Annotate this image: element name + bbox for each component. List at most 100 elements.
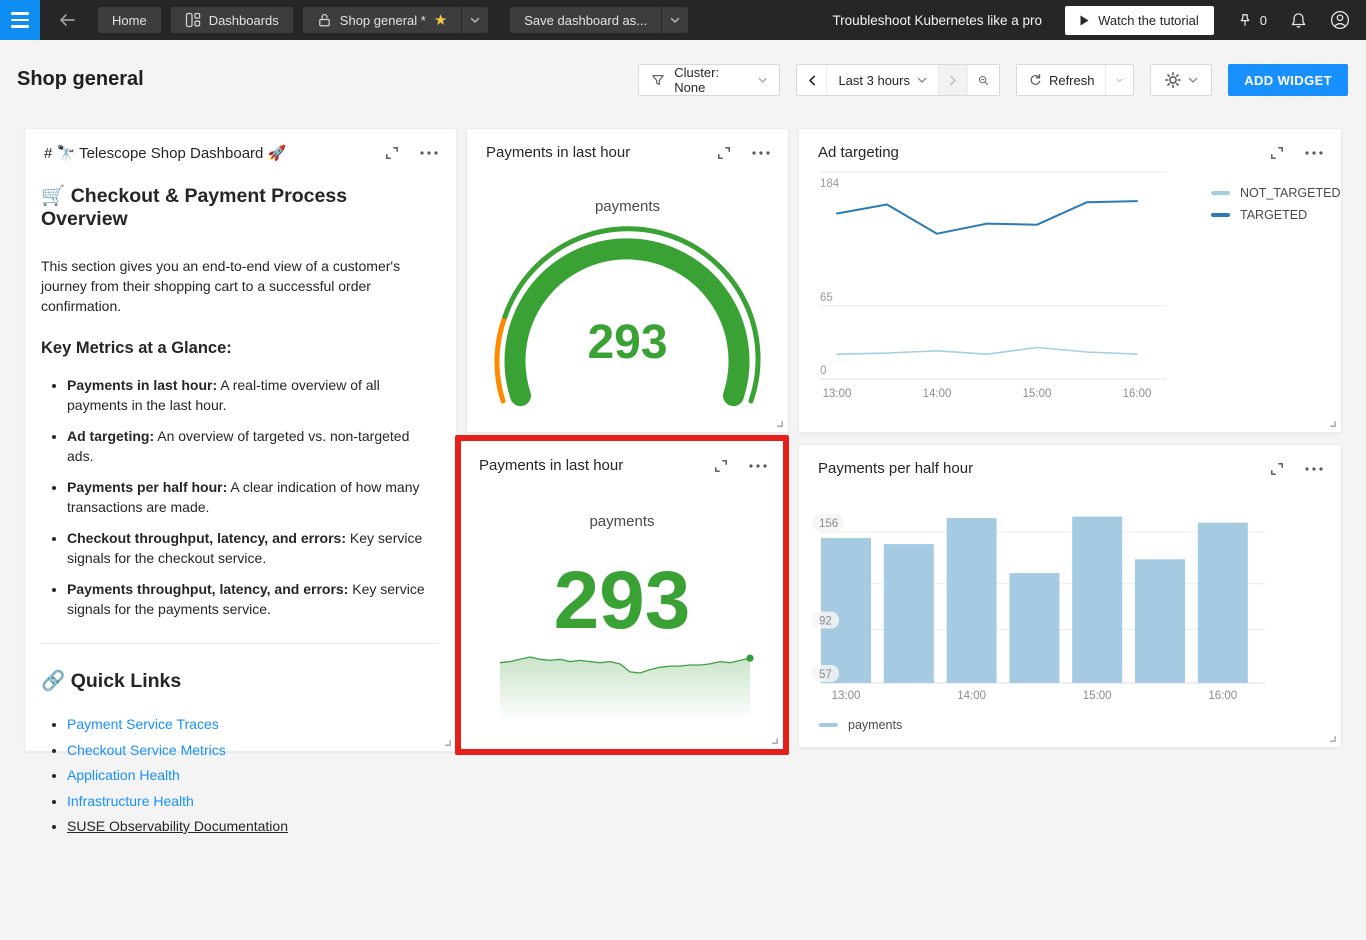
resize-handle[interactable] [769,735,779,745]
widget-menu-icon[interactable] [749,464,767,468]
pin-count: 0 [1260,13,1267,28]
watch-tutorial-button[interactable]: Watch the tutorial [1065,6,1214,35]
watch-tutorial-label: Watch the tutorial [1098,13,1199,28]
quick-link-infrastructure-health[interactable]: Infrastructure Health [67,793,194,809]
quick-links-heading: 🔗 Quick Links [41,669,438,693]
chart-legend: payments [819,718,902,732]
quick-link-documentation[interactable]: SUSE Observability Documentation [67,818,288,834]
resize-handle[interactable] [442,737,452,747]
nav-dashboards-group: Dashboards [171,7,293,33]
quick-link-payment-traces[interactable]: Payment Service Traces [67,716,219,732]
list-item: Payment Service Traces [67,716,438,732]
time-range-group: Last 3 hours [796,64,1000,96]
resize-handle[interactable] [1327,418,1337,428]
save-dashboard-as-button[interactable]: Save dashboard as... [510,7,661,33]
quick-link-application-health[interactable]: Application Health [67,767,180,783]
time-range-selector[interactable]: Last 3 hours [826,65,938,95]
zoom-out-time-button[interactable] [967,65,999,95]
back-button[interactable] [56,9,78,31]
expand-widget-icon[interactable] [714,459,728,473]
expand-widget-icon[interactable] [1270,146,1284,160]
expand-widget-icon[interactable] [1270,462,1284,476]
metric-item: Payments in last hour: A real-time overv… [67,375,438,415]
nav-current-dashboard-group: Shop general * ★ [303,7,488,33]
save-dashboard-group: Save dashboard as... [510,7,688,33]
legend-item[interactable]: NOT_TARGETED [1211,186,1340,200]
notifications-button[interactable] [1290,12,1307,29]
refresh-icon [1028,73,1042,87]
pinned-items-button[interactable]: 0 [1237,12,1267,28]
sparkline-svg [500,651,754,719]
user-menu-button[interactable] [1330,10,1350,30]
legend-item[interactable]: TARGETED [1211,208,1340,222]
widget-title: # 🔭 Telescope Shop Dashboard 🚀 [44,144,385,162]
bar-chart-svg: 156925713:0014:0015:0016:00 [799,475,1343,720]
tab-shop-general[interactable]: Shop general * ★ [303,7,461,33]
widget-menu-icon[interactable] [1305,467,1323,471]
chevron-down-icon [1116,77,1123,84]
time-back-button[interactable] [797,65,826,95]
settings-button[interactable] [1150,64,1212,96]
ad-targeting-widget: Ad targeting 18465013:0014:0015:0016:00 … [798,128,1342,433]
payments-single-value-widget: Payments in last hour payments 293 [461,441,783,749]
svg-text:15:00: 15:00 [1083,690,1112,702]
gauge-chart-svg [467,129,790,434]
resize-handle[interactable] [1327,733,1337,743]
tab-dashboards[interactable]: Dashboards [171,7,293,33]
resize-handle[interactable] [774,418,784,428]
gauge-value: 293 [467,319,788,367]
save-dashboard-as-label: Save dashboard as... [524,13,647,28]
refresh-button[interactable]: Refresh [1017,65,1105,95]
dashboards-icon [185,12,201,28]
time-forward-button[interactable] [938,65,967,95]
page-title: Shop general [17,68,144,91]
widget-menu-icon[interactable] [1305,151,1323,155]
play-icon [1080,15,1089,26]
svg-text:0: 0 [820,365,826,377]
payments-per-half-hour-widget: Payments per half hour 156925713:0014:00… [798,444,1342,748]
chevron-down-icon [670,17,680,24]
add-widget-button[interactable]: ADD WIDGET [1228,64,1348,96]
metrics-heading: Key Metrics at a Glance: [41,339,438,358]
svg-text:16:00: 16:00 [1208,690,1237,702]
save-dashboard-menu-button[interactable] [661,7,688,33]
chevron-right-icon [949,75,957,86]
metric-item: Payments per half hour: A clear indicati… [67,477,438,517]
list-item: Checkout Service Metrics [67,742,438,758]
widget-menu-icon[interactable] [420,151,438,155]
highlight-outline: Payments in last hour payments 293 [455,435,789,755]
cluster-filter-button[interactable]: Cluster: None [638,64,780,96]
top-navbar: Home Dashboards Shop general * [0,0,1366,40]
svg-text:156: 156 [819,518,838,530]
refresh-group: Refresh [1016,64,1134,96]
nav-home-group: Home [98,7,161,33]
tab-home[interactable]: Home [98,7,161,33]
metric-item: Ad targeting: An overview of targeted vs… [67,426,438,466]
dashboard-tab-menu-button[interactable] [461,7,488,33]
svg-text:14:00: 14:00 [923,388,952,400]
favorite-star-icon[interactable]: ★ [434,13,447,28]
promo-text: Troubleshoot Kubernetes like a pro [832,13,1042,28]
svg-text:13:00: 13:00 [832,690,861,702]
filter-icon [651,73,665,88]
chart-legend: NOT_TARGETED TARGETED [1211,186,1340,222]
refresh-label: Refresh [1049,73,1095,88]
tab-home-label: Home [112,13,147,28]
refresh-options-button[interactable] [1105,65,1133,95]
quick-link-checkout-metrics[interactable]: Checkout Service Metrics [67,742,226,758]
chevron-down-icon [1188,77,1198,84]
time-range-label: Last 3 hours [838,73,910,88]
list-item: Application Health [67,767,438,783]
hamburger-menu-button[interactable] [0,0,40,40]
payments-gauge-widget: Payments in last hour payments 293 [466,128,789,433]
list-item: SUSE Observability Documentation [67,818,438,834]
svg-text:13:00: 13:00 [823,388,852,400]
gear-icon [1165,72,1181,88]
svg-text:92: 92 [819,616,832,628]
markdown-heading: 🛒 Checkout & Payment Process Overview [41,184,438,231]
expand-widget-icon[interactable] [385,146,399,160]
avatar-icon [1330,10,1350,30]
dashboard-toolbar: Cluster: None Last 3 hours [638,64,1348,96]
zoom-out-icon [978,73,989,88]
list-item: Infrastructure Health [67,793,438,809]
